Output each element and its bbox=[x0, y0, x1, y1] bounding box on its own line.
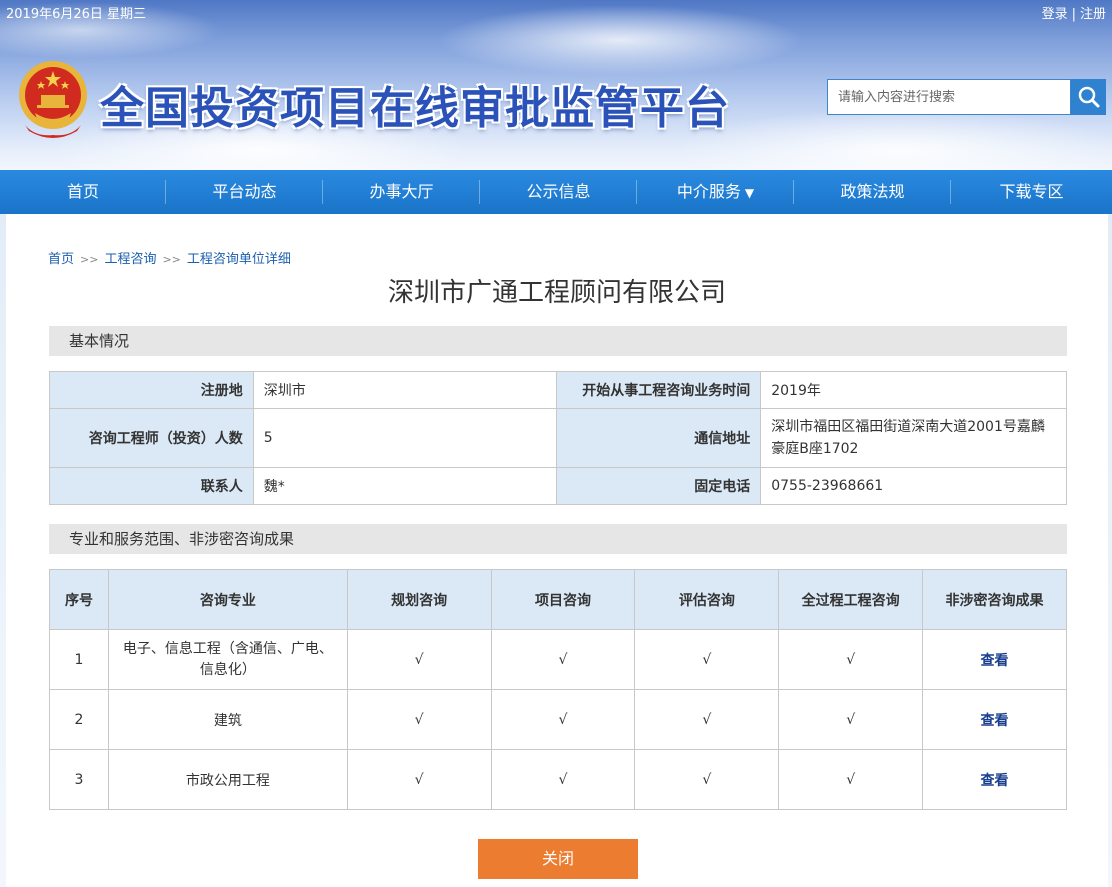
basic-info-table: 注册地 深圳市 开始从事工程咨询业务时间 2019年 咨询工程师（投资）人数 5… bbox=[49, 371, 1067, 505]
table-header-row: 序号 咨询专业 规划咨询 项目咨询 评估咨询 全过程工程咨询 非涉密咨询成果 bbox=[49, 569, 1067, 630]
view-results-link[interactable]: 查看 bbox=[922, 689, 1067, 750]
check-cell: √ bbox=[346, 629, 492, 690]
field-label: 咨询工程师（投资）人数 bbox=[49, 408, 254, 468]
column-header: 非涉密咨询成果 bbox=[922, 569, 1067, 630]
nav-item-agency-service-label: 中介服务 bbox=[676, 182, 741, 201]
auth-separator: | bbox=[1071, 7, 1076, 22]
check-cell: √ bbox=[490, 689, 636, 750]
field-label: 通信地址 bbox=[556, 408, 762, 468]
site-banner: 2019年6月26日 星期三 登录 | 注册 全国投资项目在线审批监管平台 请输入内… bbox=[0, 0, 1112, 170]
national-emblem-icon bbox=[19, 61, 87, 138]
check-cell: √ bbox=[778, 689, 924, 750]
breadcrumb-engineering-consulting[interactable]: 工程咨询 bbox=[104, 252, 156, 267]
current-date: 2019年6月26日 星期三 bbox=[6, 7, 147, 22]
specialty-cell: 建筑 bbox=[107, 689, 348, 750]
breadcrumb-arrow: >> bbox=[80, 253, 99, 266]
auth-links: 登录 | 注册 bbox=[1042, 3, 1106, 22]
services-table: 序号 咨询专业 规划咨询 项目咨询 评估咨询 全过程工程咨询 非涉密咨询成果 1… bbox=[49, 569, 1067, 810]
row-number: 2 bbox=[49, 689, 109, 750]
services-section-title: 专业和服务范围、非涉密咨询成果 bbox=[49, 524, 1067, 554]
field-label: 固定电话 bbox=[556, 467, 762, 505]
column-header: 项目咨询 bbox=[490, 569, 636, 630]
nav-item-service-hall[interactable]: 办事大厅 bbox=[323, 170, 480, 214]
column-header: 咨询专业 bbox=[107, 569, 348, 630]
content-card: 首页 >> 工程咨询 >> 工程咨询单位详细 深圳市广通工程顾问有限公司 基本情况 注册… bbox=[6, 214, 1108, 887]
nav-item-public-info[interactable]: 公示信息 bbox=[480, 170, 637, 214]
view-results-link[interactable]: 查看 bbox=[922, 749, 1067, 810]
check-cell: √ bbox=[778, 749, 924, 810]
nav-item-platform-news[interactable]: 平台动态 bbox=[166, 170, 323, 214]
field-value: 魏* bbox=[252, 467, 558, 505]
check-cell: √ bbox=[490, 749, 636, 810]
close-button[interactable]: 关闭 bbox=[478, 839, 638, 879]
nav-item-agency-service[interactable]: 中介服务 ▼ bbox=[637, 170, 794, 214]
company-name: 深圳市广通工程顾问有限公司 bbox=[387, 278, 726, 308]
nav-item-downloads[interactable]: 下载专区 bbox=[951, 170, 1112, 214]
main-nav: 首页 平台动态 办事大厅 公示信息 中介服务 ▼ 政策法规 下载专区 bbox=[0, 170, 1112, 214]
column-header: 全过程工程咨询 bbox=[778, 569, 924, 630]
check-cell: √ bbox=[634, 749, 780, 810]
column-header: 评估咨询 bbox=[634, 569, 780, 630]
view-results-link[interactable]: 查看 bbox=[922, 629, 1067, 690]
field-value: 0755-23968661 bbox=[760, 467, 1067, 505]
row-number: 1 bbox=[49, 629, 109, 690]
field-label: 开始从事工程咨询业务时间 bbox=[556, 371, 762, 409]
field-label: 联系人 bbox=[49, 467, 254, 505]
field-value: 深圳市 bbox=[252, 371, 558, 409]
field-value: 2019年 bbox=[760, 371, 1067, 409]
table-row: 1 电子、信息工程（含通信、广电、信息化） √ √ √ √ 查看 bbox=[49, 629, 1067, 690]
check-cell: √ bbox=[490, 629, 636, 690]
breadcrumb-arrow: >> bbox=[162, 253, 181, 266]
field-label: 注册地 bbox=[49, 371, 254, 409]
search-button[interactable] bbox=[1071, 79, 1106, 115]
basic-info-section-title: 基本情况 bbox=[49, 326, 1067, 356]
breadcrumb-home[interactable]: 首页 bbox=[48, 252, 74, 267]
search-icon bbox=[1078, 86, 1100, 108]
breadcrumb: 首页 >> 工程咨询 >> 工程咨询单位详细 bbox=[48, 248, 291, 267]
specialty-cell: 电子、信息工程（含通信、广电、信息化） bbox=[107, 629, 348, 690]
register-link[interactable]: 注册 bbox=[1080, 7, 1106, 22]
column-header: 规划咨询 bbox=[346, 569, 492, 630]
row-number: 3 bbox=[49, 749, 109, 810]
specialty-cell: 市政公用工程 bbox=[107, 749, 348, 810]
site-title: 全国投资项目在线审批监管平台 bbox=[100, 83, 730, 134]
check-cell: √ bbox=[778, 629, 924, 690]
check-cell: √ bbox=[346, 689, 492, 750]
nav-item-policy[interactable]: 政策法规 bbox=[794, 170, 951, 214]
table-row: 3 市政公用工程 √ √ √ √ 查看 bbox=[49, 749, 1067, 810]
table-row: 2 建筑 √ √ √ √ 查看 bbox=[49, 689, 1067, 750]
check-cell: √ bbox=[634, 689, 780, 750]
check-cell: √ bbox=[634, 629, 780, 690]
nav-item-home[interactable]: 首页 bbox=[0, 170, 166, 214]
table-row: 联系人 魏* 固定电话 0755-23968661 bbox=[49, 467, 1067, 505]
field-value: 5 bbox=[252, 408, 558, 468]
chevron-down-icon: ▼ bbox=[744, 186, 755, 200]
column-header: 序号 bbox=[49, 569, 109, 630]
breadcrumb-current[interactable]: 工程咨询单位详细 bbox=[187, 252, 291, 267]
login-link[interactable]: 登录 bbox=[1042, 7, 1068, 22]
check-cell: √ bbox=[346, 749, 492, 810]
search-input[interactable]: 请输入内容进行搜索 bbox=[827, 79, 1071, 115]
table-row: 注册地 深圳市 开始从事工程咨询业务时间 2019年 bbox=[49, 371, 1067, 409]
field-value: 深圳市福田区福田街道深南大道2001号嘉麟豪庭B座1702 bbox=[760, 408, 1067, 468]
table-row: 咨询工程师（投资）人数 5 通信地址 深圳市福田区福田街道深南大道2001号嘉麟… bbox=[49, 408, 1067, 468]
